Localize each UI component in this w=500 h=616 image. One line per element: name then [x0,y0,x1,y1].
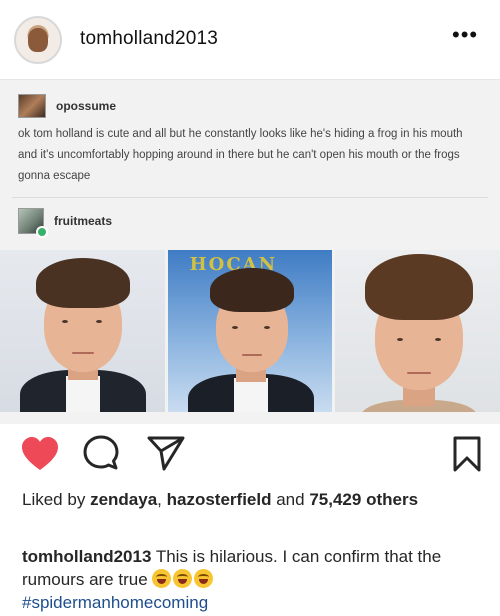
eye [231,326,238,329]
liker-link[interactable]: hazosterfield [167,490,272,509]
portrait-photo [0,250,165,412]
hair [36,258,130,308]
hair [365,254,474,320]
post-caption: tomholland2013 This is hilarious. I can … [22,545,482,614]
shirt [233,378,268,412]
mouth [72,352,94,354]
laughing-emoji-icon [152,569,172,588]
action-bar [0,430,500,478]
liker-link[interactable]: zendaya [90,490,157,509]
likes-and: and [276,490,305,509]
tumblr-username: fruitmeats [54,214,113,228]
hashtag-link[interactable]: #spidermanhomecoming [22,593,208,612]
portrait-photo: HOCAN [167,250,333,412]
mouth [241,354,262,356]
caption-username[interactable]: tomholland2013 [22,547,151,566]
bookmark-icon[interactable] [452,436,482,477]
post-header: tomholland2013 ••• [0,0,500,80]
profile-avatar[interactable] [14,16,62,64]
laughing-emoji-icon [194,569,214,588]
laughing-emoji-icon [173,569,193,588]
more-options-icon[interactable]: ••• [452,24,478,46]
reblog-badge-icon [36,226,48,238]
tumblr-divider [12,197,488,198]
send-icon[interactable] [146,434,186,477]
likes-count[interactable]: 75,429 [309,490,361,509]
username-link[interactable]: tomholland2013 [80,28,218,50]
tumblr-username: opossume [56,99,117,113]
tumblr-post-text: ok tom holland is cute and all but he co… [18,128,463,182]
post-image[interactable]: opossume ok tom holland is cute and all … [0,80,500,424]
heart-icon[interactable] [20,436,60,477]
avatar-figure [28,28,48,52]
likes-others[interactable]: others [366,490,418,509]
comment-icon[interactable] [82,434,120,477]
tumblr-post-header: opossume [18,94,116,118]
photo-strip: HOCAN [0,250,500,412]
eye [96,320,102,323]
likes-summary[interactable]: Liked by zendaya, hazosterfield and 75,4… [22,488,482,511]
mouth [407,372,432,374]
tumblr-reblog-header: fruitmeats [18,208,113,238]
tumblr-avatar [18,208,48,238]
eye [263,326,270,329]
likes-separator: , [157,490,162,509]
likes-prefix: Liked by [22,490,86,509]
tumblr-avatar [18,94,46,118]
shirt [66,376,100,412]
hair [209,268,294,312]
portrait-photo [335,250,500,412]
eye [62,320,68,323]
